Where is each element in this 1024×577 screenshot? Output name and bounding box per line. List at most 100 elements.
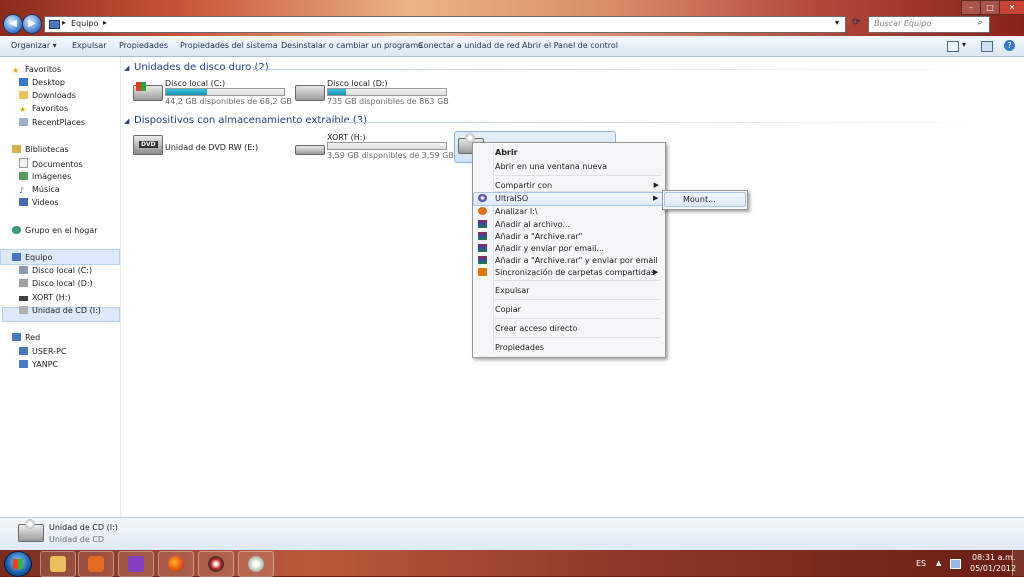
back-button[interactable]: ◀ — [3, 14, 23, 34]
address-bar[interactable]: ▸ Equipo ▸ ▾ — [44, 16, 846, 33]
nav-label: Bibliotecas — [25, 145, 69, 154]
taskbar-media-center[interactable] — [118, 551, 154, 577]
drive-name: Disco local (D:) — [327, 79, 388, 88]
nav-item-recentplaces[interactable]: RecentPlaces — [19, 118, 85, 127]
language-indicator[interactable]: ES — [916, 559, 926, 568]
windows-logo-icon — [13, 559, 23, 569]
breadcrumb[interactable]: Equipo — [71, 19, 98, 28]
chevron-right-icon[interactable]: ▸ — [103, 18, 107, 27]
taskbar-media-player[interactable] — [78, 551, 114, 577]
eject-button[interactable]: Expulsar — [72, 41, 107, 50]
hard-drive-icon — [295, 85, 325, 101]
network-icon — [12, 333, 21, 341]
drive-icon — [19, 279, 28, 287]
menu-item-abrir-nueva-ventana[interactable]: Abrir en una ventana nueva — [495, 162, 607, 171]
computer-icon — [19, 347, 28, 355]
nav-item-favoritos[interactable]: ★ Favoritos — [19, 104, 68, 114]
nav-item-unidad-cd[interactable]: Unidad de CD (I:) — [19, 306, 101, 315]
nav-item-desktop[interactable]: Desktop — [19, 78, 65, 87]
drive-d[interactable]: Disco local (D:) 735 GB disponibles de 8… — [293, 79, 453, 109]
documents-icon — [19, 158, 28, 168]
nav-equipo-label[interactable]: Equipo — [12, 253, 52, 262]
group-header-hdd[interactable]: Unidades de disco duro (2) — [134, 62, 269, 73]
nav-label: Disco local (C:) — [32, 266, 93, 275]
menu-item-expulsar[interactable]: Expulsar — [495, 286, 530, 295]
show-hidden-icons-icon[interactable]: ▲ — [936, 559, 941, 567]
menu-item-copiar[interactable]: Copiar — [495, 305, 521, 314]
taskbar-explorer[interactable] — [40, 551, 76, 577]
maximize-button[interactable]: □ — [980, 0, 1000, 15]
nav-item-documentos[interactable]: Documentos — [19, 158, 83, 169]
nav-label: XORT (H:) — [32, 293, 71, 302]
nav-grupo-hogar[interactable]: Grupo en el hogar — [12, 226, 98, 235]
menu-separator — [494, 280, 660, 281]
forward-button[interactable]: ▶ — [22, 14, 42, 34]
uninstall-program-button[interactable]: Desinstalar o cambiar un programa — [281, 41, 423, 50]
drive-c[interactable]: Disco local (C:) 44,2 GB disponibles de … — [131, 79, 292, 109]
taskbar-app[interactable] — [198, 551, 234, 577]
search-icon[interactable]: ⌕ — [977, 18, 982, 28]
chevron-down-icon[interactable]: ▾ — [835, 18, 839, 27]
start-button[interactable] — [4, 551, 32, 577]
close-button[interactable]: ✕ — [999, 0, 1024, 15]
nav-item-user-pc[interactable]: USER-PC — [19, 347, 67, 356]
collapse-icon[interactable]: ◢ — [124, 64, 129, 72]
nav-item-imagenes[interactable]: Imágenes — [19, 172, 71, 181]
nav-label: Unidad de CD (I:) — [32, 306, 101, 315]
menu-item-abrir[interactable]: Abrir — [495, 148, 518, 157]
nav-label: Videos — [32, 198, 59, 207]
open-control-panel-button[interactable]: Abrir el Panel de control — [522, 41, 618, 50]
nav-item-xort[interactable]: XORT (H:) — [19, 293, 71, 302]
submenu-item-mount[interactable]: Mount... — [683, 195, 716, 204]
organize-button[interactable]: Organizar ▾ — [11, 41, 57, 50]
usb-drive-icon — [295, 145, 325, 155]
minimize-button[interactable]: – — [961, 0, 981, 15]
nav-favoritos[interactable]: ★ Favoritos — [12, 65, 61, 75]
drive-h[interactable]: XORT (H:) 3,59 GB disponibles de 3,59 GB — [293, 133, 454, 163]
drive-usage-bar — [165, 88, 285, 96]
map-network-drive-button[interactable]: Conectar a unidad de red — [418, 41, 520, 50]
nav-bibliotecas[interactable]: Bibliotecas — [12, 145, 69, 154]
collapse-icon[interactable]: ◢ — [124, 117, 129, 125]
nav-item-videos[interactable]: Videos — [19, 198, 59, 207]
desktop-icon — [19, 78, 28, 86]
nav-item-disco-d[interactable]: Disco local (D:) — [19, 279, 93, 288]
group-header-removable[interactable]: Dispositivos con almacenamiento extraíbl… — [134, 115, 367, 126]
properties-button[interactable]: Propiedades — [119, 41, 168, 50]
menu-item-ultraiso[interactable]: UltraISO — [495, 194, 528, 203]
menu-item-sincronizacion[interactable]: Sincronización de carpetas compartidas — [495, 268, 655, 277]
menu-item-anadir-rar-enviar-email[interactable]: Añadir a "Archive.rar" y enviar por emai… — [495, 256, 658, 265]
taskbar-cd-app[interactable] — [238, 551, 274, 577]
system-properties-button[interactable]: Propiedades del sistema — [180, 41, 278, 50]
nav-item-yanpc[interactable]: YANPC — [19, 360, 58, 369]
chevron-down-icon[interactable]: ▾ — [962, 40, 966, 49]
nav-item-downloads[interactable]: Downloads — [19, 91, 76, 100]
star-icon: ★ — [19, 105, 27, 114]
refresh-icon[interactable]: ⟳ — [852, 17, 864, 29]
search-placeholder: Buscar Equipo — [874, 19, 932, 28]
network-tray-icon[interactable] — [950, 559, 961, 569]
clock-time[interactable]: 08:31 a.m. — [972, 553, 1015, 562]
taskbar-firefox[interactable] — [158, 551, 194, 577]
show-desktop-button[interactable] — [1012, 550, 1024, 576]
nav-item-musica[interactable]: ♪ Música — [19, 185, 60, 195]
views-icon[interactable] — [947, 41, 959, 52]
menu-item-anadir-archivo[interactable]: Añadir al archivo... — [495, 220, 570, 229]
submenu-arrow-icon: ▶ — [653, 268, 659, 276]
menu-item-crear-acceso-directo[interactable]: Crear acceso directo — [495, 324, 577, 333]
menu-item-compartir-con[interactable]: Compartir con — [495, 181, 552, 190]
drive-e[interactable]: DVD Unidad de DVD RW (E:) — [131, 133, 281, 163]
search-input[interactable]: Buscar Equipo ⌕ — [868, 16, 990, 33]
menu-item-propiedades[interactable]: Propiedades — [495, 343, 544, 352]
help-icon[interactable]: ? — [1004, 40, 1015, 51]
group-divider — [336, 122, 1013, 123]
menu-item-anadir-archive-rar[interactable]: Añadir a "Archive.rar" — [495, 232, 582, 241]
nav-red[interactable]: Red — [12, 333, 40, 342]
menu-item-analizar[interactable]: Analizar I:\ — [495, 207, 538, 216]
menu-item-anadir-enviar-email[interactable]: Añadir y enviar por email... — [495, 244, 604, 253]
clock-date[interactable]: 05/01/2012 — [970, 564, 1016, 573]
nav-item-disco-c[interactable]: Disco local (C:) — [19, 266, 92, 275]
preview-pane-icon[interactable] — [981, 41, 993, 52]
libraries-icon — [12, 145, 21, 153]
computer-icon — [19, 360, 28, 368]
